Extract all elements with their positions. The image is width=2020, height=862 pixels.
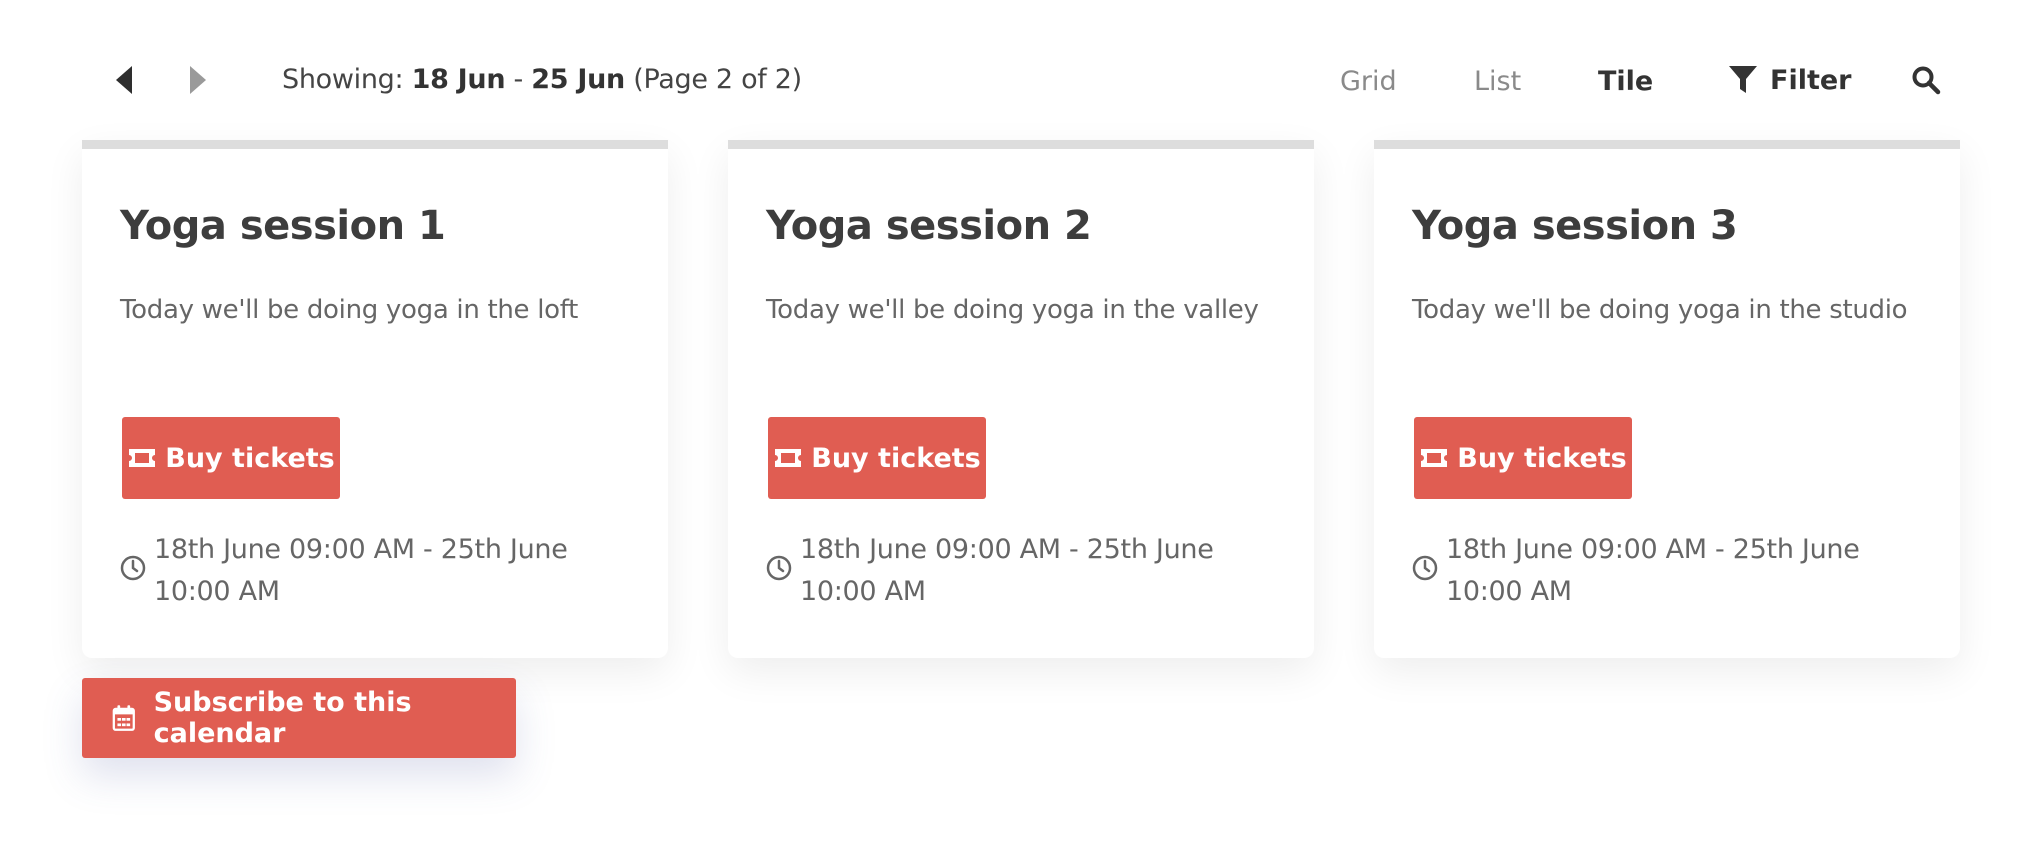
search-icon — [1912, 66, 1941, 95]
buy-tickets-button[interactable]: Buy tickets — [1414, 417, 1632, 499]
caret-right-icon — [190, 66, 206, 94]
calendar-toolbar: Showing: 18 Jun - 25 Jun (Page 2 of 2) G… — [0, 0, 2020, 140]
event-time: 18th June 09:00 AM - 25th June 10:00 AM — [766, 529, 1286, 613]
event-time-line1: 18th June 09:00 AM - 25th June — [154, 534, 568, 565]
event-card: Yoga session 1 Today we'll be doing yoga… — [82, 140, 668, 658]
event-card: Yoga session 2 Today we'll be doing yoga… — [728, 140, 1314, 658]
search-button[interactable] — [1906, 60, 1946, 100]
caret-left-icon — [116, 66, 132, 94]
ticket-icon — [775, 449, 802, 467]
event-title[interactable]: Yoga session 3 — [1412, 203, 1738, 249]
event-description: Today we'll be doing yoga in the studio — [1412, 295, 1908, 325]
range-start: 18 Jun — [411, 64, 506, 95]
buy-tickets-label: Buy tickets — [1457, 442, 1627, 474]
filter-label: Filter — [1770, 64, 1852, 96]
event-description: Today we'll be doing yoga in the loft — [120, 295, 579, 325]
event-time-line2: 10:00 AM — [154, 576, 280, 607]
next-page-button[interactable] — [178, 58, 218, 102]
view-list-option[interactable]: List — [1474, 62, 1521, 102]
event-time-line1: 18th June 09:00 AM - 25th June — [1446, 534, 1860, 565]
event-description: Today we'll be doing yoga in the valley — [766, 295, 1259, 325]
view-grid-option[interactable]: Grid — [1340, 62, 1397, 102]
buy-tickets-label: Buy tickets — [811, 442, 981, 474]
buy-tickets-label: Buy tickets — [165, 442, 335, 474]
range-end: 25 Jun — [531, 64, 625, 95]
clock-icon — [120, 555, 146, 581]
event-time-text: 18th June 09:00 AM - 25th June 10:00 AM — [1446, 529, 1860, 613]
subscribe-label: Subscribe to this calendar — [153, 687, 412, 749]
subscribe-calendar-button[interactable]: Subscribe to this calendar — [82, 678, 516, 758]
event-title[interactable]: Yoga session 1 — [120, 203, 446, 249]
event-time: 18th June 09:00 AM - 25th June 10:00 AM — [1412, 529, 1932, 613]
event-time-line1: 18th June 09:00 AM - 25th June — [800, 534, 1214, 565]
buy-tickets-button[interactable]: Buy tickets — [768, 417, 986, 499]
view-tile-option[interactable]: Tile — [1598, 62, 1653, 102]
showing-prefix: Showing: — [282, 64, 412, 95]
filter-icon — [1729, 66, 1757, 93]
event-title[interactable]: Yoga session 2 — [766, 203, 1092, 249]
page-info: (Page 2 of 2) — [624, 64, 802, 95]
event-time-line2: 10:00 AM — [1446, 576, 1572, 607]
date-range-summary: Showing: 18 Jun - 25 Jun (Page 2 of 2) — [282, 60, 802, 100]
event-time: 18th June 09:00 AM - 25th June 10:00 AM — [120, 529, 640, 613]
ticket-icon — [1421, 449, 1448, 467]
previous-page-button[interactable] — [104, 58, 144, 102]
buy-tickets-button[interactable]: Buy tickets — [122, 417, 340, 499]
filter-button[interactable]: Filter — [1728, 58, 1852, 102]
ticket-icon — [129, 449, 156, 467]
event-card: Yoga session 3 Today we'll be doing yoga… — [1374, 140, 1960, 658]
event-time-text: 18th June 09:00 AM - 25th June 10:00 AM — [800, 529, 1214, 613]
event-time-line2: 10:00 AM — [800, 576, 926, 607]
clock-icon — [1412, 555, 1438, 581]
range-separator: - — [505, 64, 532, 95]
calendar-icon — [112, 705, 135, 731]
event-time-text: 18th June 09:00 AM - 25th June 10:00 AM — [154, 529, 568, 613]
clock-icon — [766, 555, 792, 581]
